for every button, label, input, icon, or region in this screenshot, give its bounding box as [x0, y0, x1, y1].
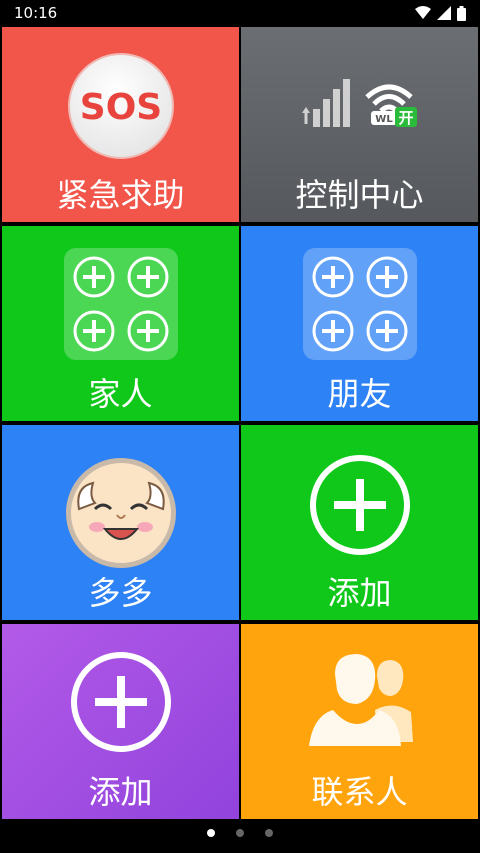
page-dot-2[interactable]: [236, 829, 244, 837]
tile-label-add: 添加: [327, 574, 392, 612]
tile-add-contact-2[interactable]: 添加: [2, 624, 239, 819]
add-group-icon: [302, 248, 417, 360]
tile-emergency-sos[interactable]: SOS 紧急求助: [2, 27, 239, 222]
status-bar: 10:16: [0, 0, 480, 26]
battery-icon: [457, 5, 466, 21]
cellular-signal-icon: [437, 6, 451, 20]
tile-contacts[interactable]: 联系人: [241, 624, 478, 819]
page-dot-3[interactable]: [265, 829, 273, 837]
wifi-toggle-icon: WL 开: [364, 84, 417, 127]
add-icon: [70, 652, 171, 752]
tile-add-contact[interactable]: 添加: [241, 425, 478, 620]
page-indicator: [0, 820, 480, 846]
tile-family[interactable]: 家人: [2, 226, 239, 421]
status-time: 10:16: [14, 4, 58, 22]
tile-label-family: 家人: [88, 375, 153, 413]
tile-contact-duoduo[interactable]: 多多: [2, 425, 239, 620]
add-group-icon: [63, 248, 178, 360]
add-icon: [309, 455, 410, 555]
tile-label-contacts: 联系人: [311, 773, 408, 811]
elder-avatar-icon: [65, 458, 176, 568]
contacts-people-icon: [308, 654, 413, 746]
wifi-icon: [415, 6, 431, 19]
page-dot-1[interactable]: [207, 829, 215, 837]
tile-control-center[interactable]: WL 开 控制中心: [241, 27, 478, 222]
tile-label-control-center: 控制中心: [295, 176, 424, 214]
sos-icon-text: SOS: [79, 87, 161, 128]
signal-bars-icon: [301, 79, 350, 127]
tile-label-add-2: 添加: [88, 773, 153, 811]
wifi-badge-text: WL: [375, 114, 393, 125]
wifi-on-badge-text: 开: [398, 109, 413, 127]
tile-label-friends: 朋友: [327, 375, 392, 413]
tile-label-duoduo: 多多: [88, 574, 153, 612]
tile-label-sos: 紧急求助: [56, 176, 185, 214]
sos-icon: SOS: [67, 53, 174, 159]
tile-friends[interactable]: 朋友: [241, 226, 478, 421]
